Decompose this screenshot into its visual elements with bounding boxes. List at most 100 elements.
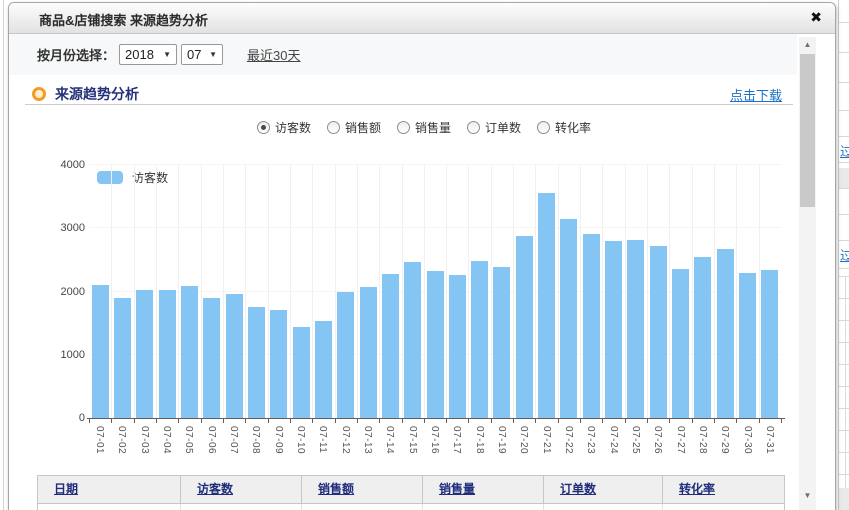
bar-07-12[interactable] xyxy=(337,292,354,419)
scrollbar-down-icon[interactable]: ▼ xyxy=(799,489,816,503)
section-title: 来源趋势分析 xyxy=(55,84,139,104)
bar-07-24[interactable] xyxy=(605,241,622,418)
table-cell xyxy=(181,504,302,510)
section-bullet-icon xyxy=(32,87,46,101)
bar-07-22[interactable] xyxy=(560,219,577,418)
last-30-days-link[interactable]: 最近30天 xyxy=(247,45,300,64)
metric-radio-1[interactable]: 销售额 xyxy=(327,119,381,136)
bar-07-06[interactable] xyxy=(203,298,220,418)
bar-07-11[interactable] xyxy=(315,321,332,418)
x-axis-tick-label: 07-17 xyxy=(451,426,462,454)
metric-radio-0[interactable]: 访客数 xyxy=(257,119,311,136)
v-gridline xyxy=(111,165,112,418)
metric-radio-3[interactable]: 订单数 xyxy=(467,119,521,136)
legend-swatch xyxy=(97,171,123,184)
table-header-row: 日期访客数销售额销售量订单数转化率 xyxy=(37,475,785,504)
column-header-1[interactable]: 访客数 xyxy=(181,476,302,503)
bar-07-20[interactable] xyxy=(516,236,533,418)
metric-radio-label: 订单数 xyxy=(485,119,521,136)
dialog-titlebar: 商品&店铺搜索 来源趋势分析 ✖ xyxy=(9,3,835,34)
x-axis-tick xyxy=(290,418,291,423)
bar-07-25[interactable] xyxy=(627,240,644,418)
filter-label: 按月份选择： xyxy=(37,45,115,64)
column-header-4[interactable]: 订单数 xyxy=(544,476,663,503)
bar-07-13[interactable] xyxy=(360,287,377,418)
bar-07-27[interactable] xyxy=(672,269,689,418)
bar-07-03[interactable] xyxy=(136,290,153,418)
table-cell xyxy=(663,504,784,510)
bar-07-14[interactable] xyxy=(382,274,399,418)
radio-circle-icon xyxy=(397,121,410,134)
v-gridline xyxy=(491,165,492,418)
column-header-0[interactable]: 日期 xyxy=(38,476,181,503)
x-axis-tick-label: 07-04 xyxy=(161,426,172,454)
bar-07-08[interactable] xyxy=(248,307,265,418)
h-gridline xyxy=(89,227,781,228)
bar-07-23[interactable] xyxy=(583,234,600,418)
bar-07-02[interactable] xyxy=(114,298,131,418)
v-gridline xyxy=(290,165,291,418)
dialog-title: 商品&店铺搜索 来源趋势分析 xyxy=(39,10,208,29)
bar-07-01[interactable] xyxy=(92,285,109,418)
table-row xyxy=(37,504,785,510)
x-axis-tick xyxy=(602,418,603,423)
year-select[interactable]: 2018 ▼ xyxy=(119,44,177,65)
background-table-border xyxy=(839,162,849,163)
x-axis-tick-label: 07-20 xyxy=(518,426,529,454)
v-gridline xyxy=(580,165,581,418)
bar-07-29[interactable] xyxy=(717,249,734,419)
background-table-border xyxy=(839,474,849,475)
v-gridline xyxy=(156,165,157,418)
scrollbar-up-icon[interactable]: ▲ xyxy=(799,38,816,52)
close-icon[interactable]: ✖ xyxy=(810,9,822,26)
v-gridline xyxy=(759,165,760,418)
x-axis-labels: 07-0107-0207-0307-0407-0507-0607-0707-08… xyxy=(9,426,809,472)
bar-07-09[interactable] xyxy=(270,310,287,418)
bar-07-19[interactable] xyxy=(493,267,510,418)
bar-07-07[interactable] xyxy=(226,294,243,418)
x-axis-tick-label: 07-12 xyxy=(340,426,351,454)
x-axis-tick xyxy=(513,418,514,423)
dialog-scrollbar[interactable]: ▲ ▼ xyxy=(799,37,816,510)
table-cell xyxy=(423,504,544,510)
x-axis-tick xyxy=(335,418,336,423)
bar-07-05[interactable] xyxy=(181,286,198,418)
month-select[interactable]: 07 ▼ xyxy=(181,44,223,65)
v-gridline xyxy=(692,165,693,418)
bar-07-30[interactable] xyxy=(739,273,756,418)
chart-legend[interactable]: 访客数 xyxy=(97,169,168,186)
x-axis-tick xyxy=(669,418,670,423)
bar-07-31[interactable] xyxy=(761,270,778,418)
bar-07-21[interactable] xyxy=(538,193,555,418)
x-axis-tick-label: 07-05 xyxy=(183,426,194,454)
month-select-value: 07 xyxy=(187,47,201,62)
bar-07-15[interactable] xyxy=(404,262,421,418)
background-table-border xyxy=(839,268,849,269)
x-axis-tick-label: 07-08 xyxy=(250,426,261,454)
column-header-2[interactable]: 销售额 xyxy=(302,476,423,503)
background-table-border xyxy=(839,408,849,409)
column-header-5[interactable]: 转化率 xyxy=(663,476,784,503)
bar-07-04[interactable] xyxy=(159,290,176,418)
metric-radio-label: 销售额 xyxy=(345,119,381,136)
background-table-border xyxy=(839,22,849,23)
radio-circle-icon xyxy=(327,121,340,134)
scrollbar-thumb[interactable] xyxy=(800,54,815,207)
download-link[interactable]: 点击下载 xyxy=(730,85,782,104)
x-axis-line xyxy=(87,418,785,419)
bar-07-28[interactable] xyxy=(694,257,711,418)
bar-07-10[interactable] xyxy=(293,327,310,418)
metric-radio-group: 访客数 销售额销售量 订单数转化率 xyxy=(39,119,809,136)
bar-07-26[interactable] xyxy=(650,246,667,418)
v-gridline xyxy=(312,165,313,418)
y-axis-tick-label: 0 xyxy=(15,412,85,424)
metric-radio-2[interactable]: 销售量 xyxy=(397,119,451,136)
bar-07-16[interactable] xyxy=(427,271,444,418)
metric-radio-4[interactable]: 转化率 xyxy=(537,119,591,136)
x-axis-tick-label: 07-16 xyxy=(429,426,440,454)
column-header-3[interactable]: 销售量 xyxy=(423,476,544,503)
x-axis-tick xyxy=(134,418,135,423)
bar-07-17[interactable] xyxy=(449,275,466,418)
chevron-down-icon: ▼ xyxy=(209,50,217,59)
bar-07-18[interactable] xyxy=(471,261,488,418)
